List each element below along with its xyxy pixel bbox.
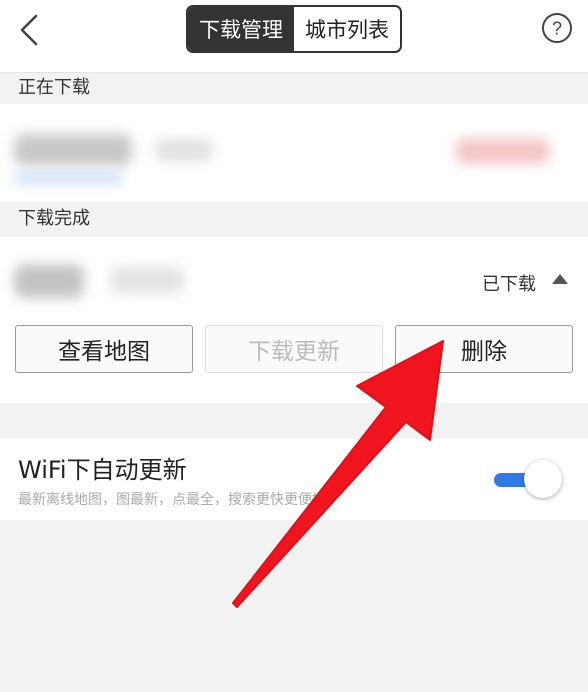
help-button[interactable]: ? (541, 12, 573, 44)
download-status: 已下载 (482, 274, 536, 295)
tab-city-list[interactable]: 城市列表 (294, 7, 400, 51)
section-header-downloading: 正在下载 (18, 77, 90, 98)
download-update-button[interactable]: 下载更新 (205, 325, 383, 373)
wifi-auto-update-subtitle: 最新离线地图，图最新，点最全，搜索更快更便捷 (18, 492, 326, 508)
help-question-icon: ? (542, 13, 572, 43)
tab-download-manage[interactable]: 下载管理 (188, 7, 294, 51)
segmented-control: 下载管理 城市列表 (186, 5, 402, 53)
view-map-button[interactable]: 查看地图 (15, 325, 193, 373)
back-button[interactable] (8, 10, 48, 50)
blurred-city-name (14, 134, 132, 166)
wifi-auto-update-toggle[interactable] (494, 460, 564, 500)
blurred-size (110, 266, 184, 294)
blurred-progress (14, 172, 124, 184)
delete-button[interactable]: 删除 (395, 325, 573, 373)
downloading-item[interactable] (0, 104, 588, 202)
top-bar: 下载管理 城市列表 ? (0, 0, 588, 73)
svg-text:?: ? (552, 19, 562, 39)
section-header-completed: 下载完成 (18, 208, 90, 229)
blurred-status (455, 138, 550, 164)
toggle-knob (524, 460, 562, 498)
blurred-size (155, 138, 213, 162)
caret-up-icon[interactable] (552, 274, 568, 284)
blurred-city-name (14, 264, 84, 298)
back-arrow-icon (20, 14, 38, 46)
wifi-auto-update-title: WiFi下自动更新 (18, 456, 187, 484)
completed-item (0, 237, 588, 403)
